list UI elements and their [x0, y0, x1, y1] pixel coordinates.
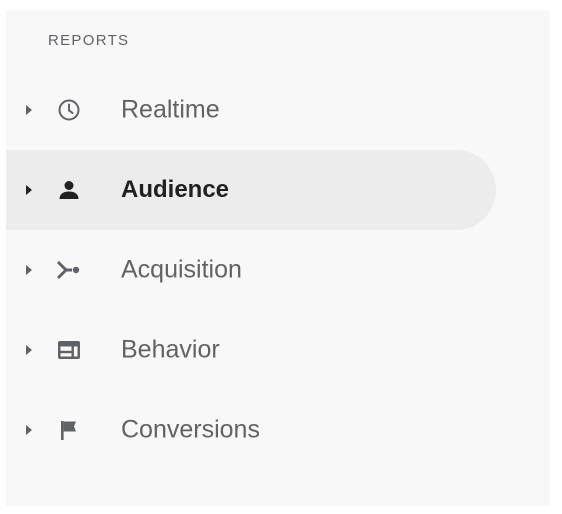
expand-caret-icon[interactable] [26, 265, 32, 275]
sidebar-item-label: Audience [121, 176, 230, 203]
acquisition-icon [52, 253, 86, 287]
expand-caret-icon[interactable] [26, 425, 32, 435]
sidebar-item-label: Realtime [121, 95, 220, 124]
expand-caret-icon[interactable] [26, 185, 32, 195]
reports-heading: REPORTS [48, 32, 130, 49]
clock-icon [52, 93, 86, 127]
flag-icon [52, 413, 86, 447]
reports-sidebar: REPORTS Realtime Audience Acquisition Be… [6, 10, 550, 506]
sidebar-item-acquisition[interactable]: Acquisition [6, 230, 496, 310]
sidebar-item-realtime[interactable]: Realtime [6, 70, 496, 150]
expand-caret-icon[interactable] [26, 345, 32, 355]
sidebar-item-conversions[interactable]: Conversions [6, 390, 496, 470]
sidebar-item-behavior[interactable]: Behavior [6, 310, 496, 390]
person-icon [52, 173, 86, 207]
sidebar-item-audience[interactable]: Audience [6, 150, 496, 230]
behavior-icon [52, 333, 86, 367]
sidebar-item-label: Behavior [121, 335, 220, 364]
sidebar-item-label: Conversions [121, 415, 260, 444]
expand-caret-icon[interactable] [26, 105, 32, 115]
sidebar-item-label: Acquisition [121, 255, 242, 284]
